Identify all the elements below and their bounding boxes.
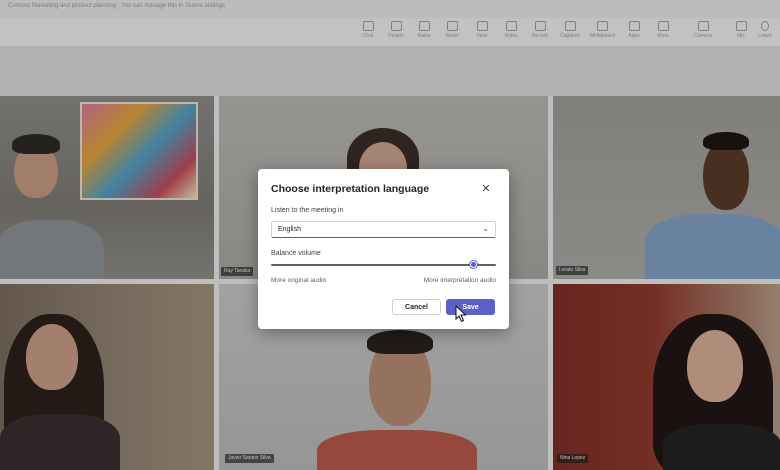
original-audio-label: More original audio [271,277,327,284]
save-button[interactable]: Save [446,299,495,315]
interpretation-language-dialog: Choose interpretation language ✕ Listen … [258,169,509,329]
slider-thumb[interactable] [470,261,477,268]
interpretation-audio-label: More interpretation audio [423,277,496,284]
chevron-down-icon: ⌄ [482,224,489,233]
balance-volume-slider[interactable] [271,261,496,269]
language-dropdown[interactable]: English ⌄ [271,221,496,238]
meeting-window: Contoso Marketing and product planning ·… [0,0,780,470]
close-button[interactable]: ✕ [479,182,493,196]
selected-language: English [278,226,301,233]
cancel-button[interactable]: Cancel [392,299,441,315]
close-icon: ✕ [481,183,491,195]
slider-track [271,264,496,266]
mouse-cursor-icon [455,305,467,323]
listen-label: Listen to the meeting in [271,207,344,214]
balance-label: Balance volume [271,250,321,257]
dialog-title: Choose interpretation language [271,183,430,195]
